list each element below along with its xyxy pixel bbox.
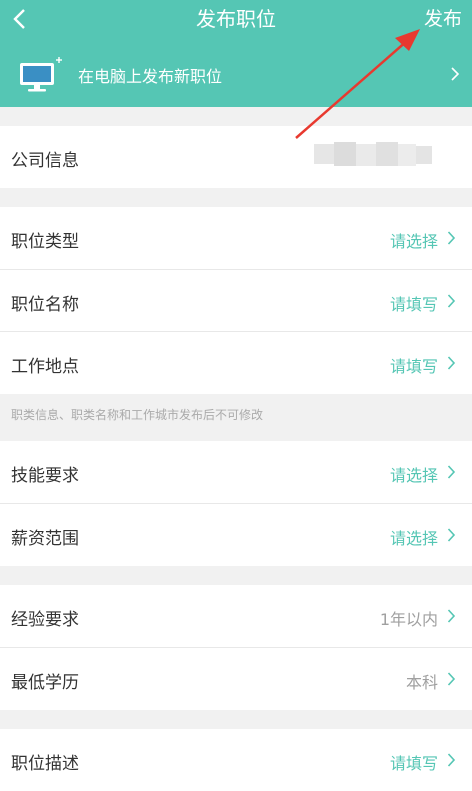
job-type-label: 职位类型: [11, 232, 79, 252]
skills-value: 请选择: [389, 466, 438, 485]
work-location-value: 请填写: [389, 357, 438, 376]
skills-row[interactable]: 技能要求 请选择: [0, 441, 472, 503]
chevron-right-icon: [447, 356, 456, 370]
edit-restriction-note: 职类信息、职类名称和工作城市发布后不可修改: [11, 408, 264, 422]
chevron-right-icon: [447, 609, 456, 623]
job-description-value: 请填写: [389, 754, 438, 773]
company-info-label: 公司信息: [11, 151, 79, 171]
publish-on-pc-banner[interactable]: 在电脑上发布新职位: [0, 50, 472, 100]
job-name-label: 职位名称: [11, 295, 79, 315]
chevron-right-icon: [447, 465, 456, 479]
job-name-value: 请填写: [389, 295, 438, 314]
job-description-row[interactable]: 职位描述 请填写: [0, 729, 472, 791]
blurred-company-value: [314, 142, 432, 166]
skills-label: 技能要求: [11, 466, 79, 486]
experience-label: 经验要求: [11, 610, 79, 630]
publish-button[interactable]: 发布: [424, 4, 462, 31]
chevron-right-icon: [447, 294, 456, 308]
chevron-right-icon: [451, 67, 460, 81]
education-row[interactable]: 最低学历 本科: [0, 648, 472, 710]
education-label: 最低学历: [11, 673, 79, 693]
chevron-right-icon: [447, 753, 456, 767]
salary-value: 请选择: [389, 529, 438, 548]
job-description-label: 职位描述: [11, 754, 79, 774]
nav-bar: 发布职位 发布: [0, 0, 472, 40]
salary-row[interactable]: 薪资范围 请选择: [0, 504, 472, 566]
monitor-icon: [20, 57, 62, 92]
work-location-label: 工作地点: [11, 357, 79, 377]
experience-value: 1年以内: [379, 610, 438, 629]
chevron-right-icon: [447, 231, 456, 245]
job-name-row[interactable]: 职位名称 请填写: [0, 270, 472, 332]
experience-row[interactable]: 经验要求 1年以内: [0, 585, 472, 647]
job-type-row[interactable]: 职位类型 请选择: [0, 207, 472, 269]
job-type-value: 请选择: [389, 232, 438, 251]
salary-label: 薪资范围: [11, 529, 79, 549]
education-value: 本科: [405, 673, 438, 692]
chevron-right-icon: [447, 672, 456, 686]
page-title: 发布职位: [196, 7, 276, 31]
work-location-row[interactable]: 工作地点 请填写: [0, 332, 472, 394]
banner-text: 在电脑上发布新职位: [78, 67, 223, 86]
header: 发布职位 发布 在电脑上发布新职位: [0, 0, 472, 107]
company-info-row[interactable]: 公司信息: [0, 126, 472, 188]
chevron-right-icon: [447, 528, 456, 542]
